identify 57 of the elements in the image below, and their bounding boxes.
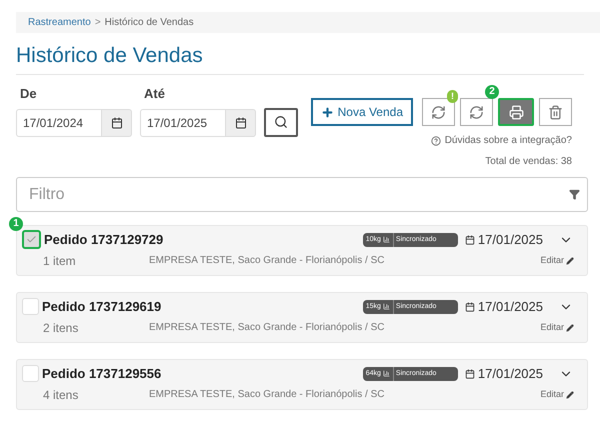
order-address: EMPRESA TESTE, Saco Grande - Florianópolis / SC [149, 321, 384, 335]
refresh-icon [469, 104, 484, 120]
toolbar-button[interactable] [539, 98, 572, 126]
calendar-icon [234, 116, 246, 128]
help-icon [430, 136, 441, 146]
calendar-icon [464, 368, 475, 379]
calendar-button[interactable] [226, 108, 256, 136]
order-date: 17/01/2025 [478, 231, 543, 249]
trash-icon [548, 104, 563, 120]
calendar-icon [464, 302, 475, 312]
toolbar-button[interactable] [422, 98, 455, 126]
item-count: 1 item [43, 252, 77, 270]
item-count: 4 itens [43, 386, 80, 404]
refresh-icon [431, 104, 446, 120]
checkbox[interactable] [22, 230, 41, 250]
new-sale-button[interactable]: Nova Venda [310, 98, 413, 126]
edit-link[interactable]: Editar [540, 388, 574, 402]
bars-icon [382, 370, 390, 378]
order-address: EMPRESA TESTE, Saco Grande - Florianópolis / SC [149, 388, 384, 402]
pencil-icon [566, 390, 574, 398]
edit-link[interactable]: Editar [540, 320, 574, 334]
order-title: Pedido 1737129619 [42, 298, 162, 316]
pencil-icon [566, 256, 574, 264]
filter-icon [569, 189, 580, 200]
breadcrumb-link[interactable]: Rastreamento [28, 15, 91, 30]
date-field[interactable]: 17/01/2024 [16, 108, 102, 136]
item-count: 2 itens [43, 320, 80, 336]
alert-badge: ! [447, 90, 458, 103]
order-title: Pedido 1737129729 [44, 231, 164, 249]
filter-field[interactable]: Filtro [16, 177, 588, 212]
printer-icon [508, 104, 524, 120]
breadcrumb-separator: > [94, 16, 101, 30]
edit-link[interactable]: Editar [540, 254, 574, 268]
page-title: Histórico de Vendas [16, 43, 204, 69]
search-button[interactable] [264, 108, 298, 136]
order-date: 17/01/2025 [478, 365, 543, 383]
step-marker: 2 [485, 85, 499, 99]
breadcrumb-current: Histórico de Vendas [104, 16, 194, 30]
calendar-icon [464, 234, 475, 245]
field-label: De [20, 85, 38, 103]
date-field[interactable]: 17/01/2025 [140, 108, 226, 136]
order-date: 17/01/2025 [478, 298, 543, 316]
bars-icon [382, 236, 390, 244]
field-label: Até [144, 85, 166, 103]
toolbar-button[interactable] [498, 98, 534, 126]
help-link[interactable]: Dúvidas sobre a integração? [444, 133, 572, 148]
toolbar-button[interactable] [460, 98, 493, 126]
pencil-icon [566, 324, 574, 332]
order-title: Pedido 1737129556 [42, 365, 162, 383]
calendar-icon [110, 116, 122, 128]
bars-icon [382, 303, 390, 310]
search-icon [274, 115, 288, 129]
order-address: EMPRESA TESTE, Saco Grande - Florianópolis / SC [149, 254, 384, 268]
plus-icon [320, 106, 334, 118]
total-count: Total de vendas: 38 [485, 155, 572, 169]
calendar-button[interactable] [102, 108, 132, 136]
step-marker: 1 [9, 217, 23, 232]
